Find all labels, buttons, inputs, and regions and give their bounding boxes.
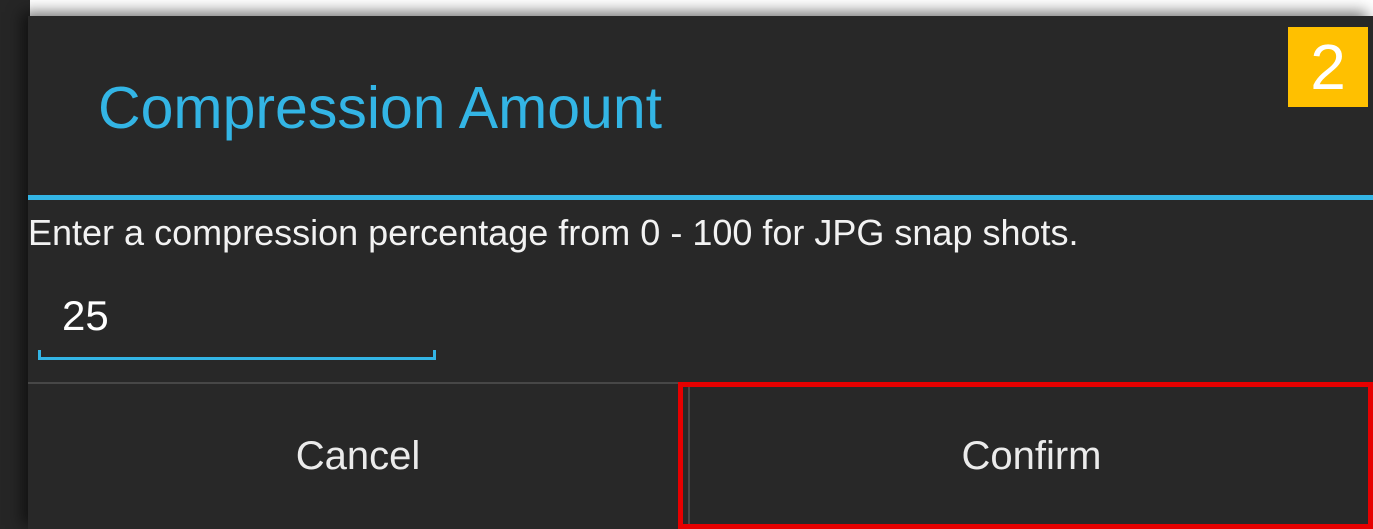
confirm-button[interactable]: Confirm — [690, 384, 1373, 529]
screenshot-page: Compression Amount Enter a compression p… — [0, 0, 1373, 529]
input-underline — [38, 350, 436, 360]
confirm-button-label: Confirm — [961, 434, 1102, 478]
cancel-button-label: Cancel — [295, 434, 421, 478]
background-app-edge — [0, 0, 30, 529]
compression-input-value[interactable]: 25 — [62, 292, 109, 340]
cancel-button[interactable]: Cancel — [28, 384, 688, 529]
dialog-title: Compression Amount — [98, 75, 663, 141]
step-number-badge: 2 — [1288, 27, 1368, 107]
compression-amount-dialog: Compression Amount Enter a compression p… — [28, 16, 1373, 529]
compression-input[interactable]: 25 — [38, 278, 436, 360]
title-divider — [28, 195, 1373, 200]
dialog-message: Enter a compression percentage from 0 - … — [28, 212, 1079, 253]
